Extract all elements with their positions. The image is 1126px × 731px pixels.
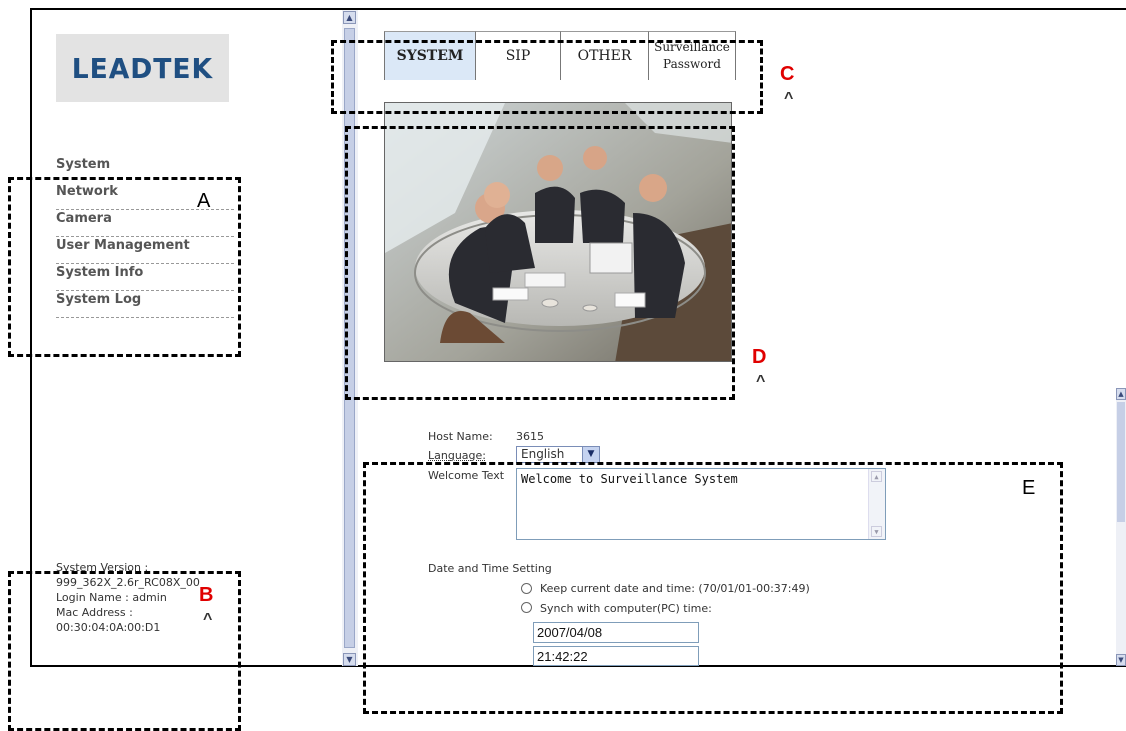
language-selected-value: English — [521, 447, 564, 461]
annotation-label-c: C — [780, 63, 794, 86]
host-name-value: 3615 — [516, 430, 544, 443]
language-select[interactable]: English ▼ — [516, 446, 600, 463]
annotation-label-d: D — [752, 346, 766, 369]
right-scrollbar[interactable]: ▲ ▼ — [1116, 388, 1126, 666]
annotation-caret-d: ^ — [756, 373, 765, 391]
scroll-up-arrow-icon[interactable]: ▲ — [343, 11, 356, 24]
annotation-label-e: E — [1022, 477, 1035, 500]
language-label: Language: — [428, 449, 486, 462]
leadtek-logo: LEADTEK — [56, 34, 229, 102]
logo-text: LEADTEK — [72, 52, 213, 85]
right-scrollbar-thumb[interactable] — [1117, 402, 1125, 522]
annotation-caret-b: ^ — [203, 611, 212, 629]
annotation-label-a: A — [197, 190, 210, 213]
annotation-box-d — [345, 126, 735, 400]
annotation-box-c — [331, 40, 763, 114]
frame-top-border — [30, 8, 1126, 10]
scroll-down-arrow-icon[interactable]: ▼ — [343, 653, 356, 666]
right-scroll-down-icon[interactable]: ▼ — [1116, 654, 1126, 666]
host-name-label: Host Name: — [428, 430, 493, 443]
annotation-caret-c: ^ — [784, 90, 793, 108]
annotation-label-b: B — [199, 584, 213, 607]
chevron-down-icon[interactable]: ▼ — [582, 447, 599, 462]
right-scroll-up-icon[interactable]: ▲ — [1116, 388, 1126, 400]
annotation-box-e — [363, 462, 1063, 714]
